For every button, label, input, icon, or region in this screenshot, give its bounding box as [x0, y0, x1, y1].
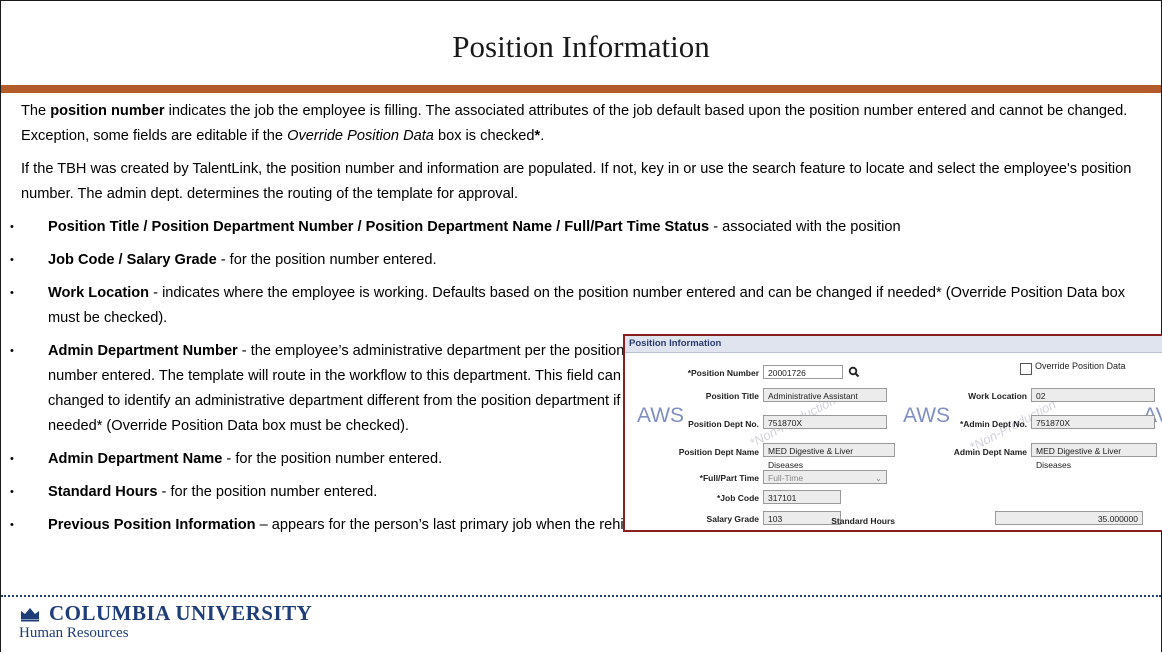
full-part-time-label: *Full/Part Time — [699, 473, 759, 483]
position-dept-name-field: MED Digestive & Liver Diseases — [763, 443, 895, 470]
position-title-field: Administrative Assistant — [763, 388, 887, 402]
aws-watermark: AWS — [637, 404, 685, 427]
bullet-work-location: Work Location - indicates where the empl… — [10, 281, 1151, 331]
admin-dept-no-label: *Admin Dept No. — [959, 419, 1027, 429]
salary-grade-label: Salary Grade — [706, 514, 759, 524]
position-dept-name-label: Position Dept Name — [678, 447, 759, 457]
university-name: COLUMBIA UNIVERSITY — [49, 601, 313, 625]
admin-dept-name-field: MED Digestive & Liver Diseases — [1031, 443, 1157, 470]
intro-paragraph-2: If the TBH was created by TalentLink, th… — [21, 161, 1132, 202]
override-position-data-label: Override Position Data — [1035, 361, 1126, 371]
footer-divider — [1, 595, 1161, 597]
chevron-down-icon: ⌄ — [874, 473, 882, 483]
position-dept-no-field: 751870X — [763, 415, 887, 429]
position-number-input[interactable]: 20001726 — [763, 365, 843, 379]
bullet-admin-dept-number: Admin Department Number - the employee’s… — [10, 339, 648, 439]
position-title-label: Position Title — [705, 391, 759, 401]
slide: Position Information The position number… — [0, 0, 1162, 652]
salary-grade-field: 103 — [763, 511, 841, 525]
standard-hours-label: Standard Hours — [831, 516, 895, 526]
crown-icon — [21, 607, 39, 621]
position-info-screenshot: Position Information AWS AWS AV *Non-Pro… — [623, 334, 1162, 532]
title-rule — [1, 85, 1161, 93]
intro-paragraph-1: The position number indicates the job th… — [21, 103, 1128, 144]
admin-dept-name-label: Admin Dept Name — [953, 447, 1027, 457]
work-location-label: Work Location — [968, 391, 1027, 401]
bullet-job-code: Job Code / Salary Grade - for the positi… — [10, 248, 1151, 273]
job-code-field: 317101 — [763, 490, 841, 504]
slide-title: Position Information — [452, 29, 710, 64]
override-position-data-checkbox[interactable] — [1020, 363, 1032, 375]
search-icon[interactable] — [848, 366, 860, 378]
standard-hours-field: 35.000000 — [995, 511, 1143, 525]
position-number-label: *Position Number — [687, 368, 759, 378]
bullet-position-title: Position Title / Position Department Num… — [10, 215, 1151, 240]
columbia-logo: COLUMBIA UNIVERSITY Human Resources — [19, 601, 312, 642]
department-name: Human Resources — [19, 625, 129, 641]
aws-watermark: AWS — [903, 404, 951, 427]
screenshot-header: Position Information — [625, 336, 1162, 353]
job-code-label: *Job Code — [716, 493, 759, 503]
full-part-time-select[interactable]: Full-Time ⌄ — [763, 470, 887, 484]
work-location-field[interactable]: 02 — [1031, 388, 1155, 402]
position-dept-no-label: Position Dept No. — [688, 419, 759, 429]
admin-dept-no-field[interactable]: 751870X — [1031, 415, 1155, 429]
